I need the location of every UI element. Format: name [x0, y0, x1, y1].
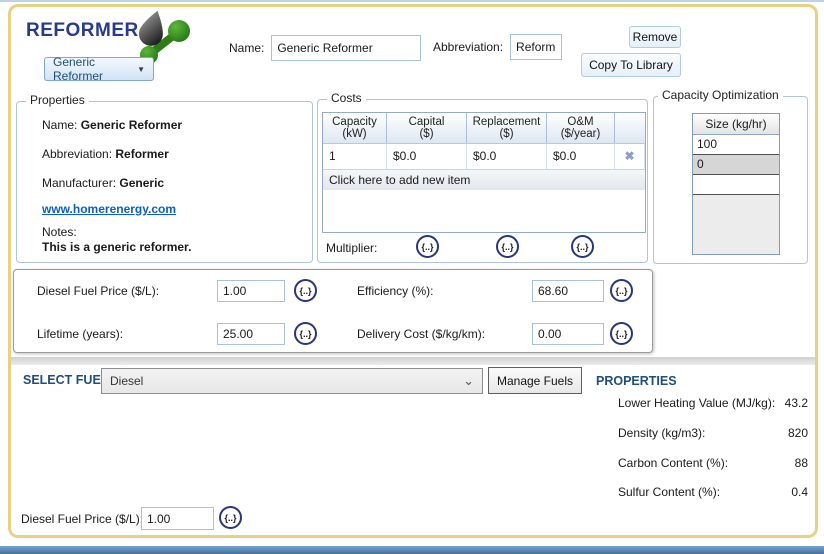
capacity-optimization-groupbox: Capacity Optimization Size (kg/hr) 100 0	[653, 88, 808, 264]
section-divider	[11, 357, 815, 365]
notes-value: This is a generic reformer.	[42, 240, 192, 254]
properties-groupbox: Properties Name: Generic Reformer Abbrev…	[16, 93, 313, 263]
multiplier-label: Multiplier:	[326, 241, 378, 255]
window-top-edge	[0, 0, 824, 2]
add-new-item-row[interactable]: Click here to add new item	[323, 169, 645, 190]
lifetime-input[interactable]	[217, 323, 285, 345]
lifetime-sensitivity-button[interactable]: {..}	[294, 322, 317, 345]
abbreviation-input[interactable]	[510, 34, 563, 60]
fuel-property-carbon: Carbon Content (%): 88	[618, 456, 808, 470]
page-title: REFORMER	[26, 20, 139, 41]
capacity-size-table: Size (kg/hr) 100 0	[692, 113, 780, 255]
costs-groupbox-title: Costs	[327, 91, 366, 105]
capital-multiplier-button[interactable]: {..}	[416, 235, 439, 258]
component-selector-value: Generic Reformer	[53, 55, 104, 83]
capacity-optimization-title: Capacity Optimization	[658, 88, 783, 102]
component-selector-dropdown[interactable]: Generic Reformer ▼	[44, 55, 154, 83]
chevron-down-icon: ▼	[137, 64, 145, 74]
om-multiplier-button[interactable]: {..}	[571, 235, 594, 258]
costs-table-row: 1 $0.0 $0.0 $0.0 ✖	[323, 143, 645, 169]
fuel-properties-title: PROPERTIES	[596, 374, 677, 388]
size-row-3[interactable]	[693, 175, 779, 195]
costs-table: Capacity (kW) Capital ($) Replacement ($) O…	[322, 112, 646, 233]
property-abbreviation: Abbreviation: Reformer	[42, 147, 169, 161]
name-input[interactable]	[271, 35, 422, 61]
notes-label: Notes:	[42, 225, 77, 239]
size-row-2[interactable]: 0	[693, 155, 779, 175]
size-row-1[interactable]: 100	[693, 135, 779, 155]
diesel-fuel-price-label: Diesel Fuel Price ($/L):	[37, 284, 160, 298]
efficiency-sensitivity-button[interactable]: {..}	[610, 279, 633, 302]
homerenergy-link[interactable]: www.homerenergy.com	[42, 202, 176, 216]
size-column-header: Size (kg/hr)	[693, 114, 779, 135]
fuel-select-dropdown[interactable]: Diesel ⌄	[101, 368, 483, 394]
efficiency-label: Efficiency (%):	[357, 284, 434, 298]
capital-cell[interactable]: $0.0	[387, 143, 467, 169]
fuel-property-sulfur: Sulfur Content (%): 0.4	[618, 485, 808, 499]
delivery-cost-sensitivity-button[interactable]: {..}	[610, 322, 633, 345]
properties-groupbox-title: Properties	[26, 93, 89, 107]
manage-fuels-button[interactable]: Manage Fuels	[488, 367, 582, 394]
fuel-property-lhv: Lower Heating Value (MJ/kg): 43.2	[618, 396, 808, 410]
abbreviation-label: Abbreviation:	[433, 40, 504, 54]
bottom-fuel-price-input[interactable]	[141, 507, 214, 530]
bottom-fuel-price-label: Diesel Fuel Price ($/L):	[21, 512, 144, 526]
copy-to-library-button[interactable]: Copy To Library	[581, 53, 681, 77]
replacement-multiplier-button[interactable]: {..}	[496, 235, 519, 258]
property-name: Name: Generic Reformer	[42, 118, 183, 132]
reformer-window: REFORMER Generic Reformer ▼ Name: Generi…	[0, 0, 824, 554]
efficiency-input[interactable]	[532, 280, 604, 302]
name-label: Name:	[229, 41, 265, 55]
costs-groupbox: Costs Capacity (kW) Capital ($) Replacemen…	[317, 91, 648, 263]
fuel-select-value: Diesel	[110, 374, 144, 388]
select-fuel-label: SELECT FUEL:	[23, 373, 113, 387]
parameters-box: Diesel Fuel Price ($/L): {..} Lifetime (…	[13, 269, 653, 353]
costs-table-empty-area	[323, 190, 645, 232]
content-panel: REFORMER Generic Reformer ▼ Name: Generi…	[8, 4, 818, 538]
costs-table-header: Capacity (kW) Capital ($) Replacement ($) O…	[323, 113, 645, 143]
chevron-down-icon: ⌄	[463, 373, 474, 388]
lifetime-label: Lifetime (years):	[37, 327, 124, 341]
remove-button[interactable]: Remove	[629, 26, 681, 48]
delivery-cost-input[interactable]	[532, 323, 604, 345]
diesel-fuel-price-sensitivity-button[interactable]: {..}	[294, 279, 317, 302]
delivery-cost-label: Delivery Cost ($/kg/km):	[357, 327, 486, 341]
capacity-cell[interactable]: 1	[323, 143, 387, 169]
diesel-fuel-price-input[interactable]	[217, 280, 285, 302]
window-bottom-bar	[0, 546, 824, 554]
fuel-property-density: Density (kg/m3): 820	[618, 426, 808, 440]
om-cell[interactable]: $0.0	[547, 143, 615, 169]
replacement-cell[interactable]: $0.0	[467, 143, 547, 169]
delete-row-icon[interactable]: ✖	[615, 143, 645, 169]
property-manufacturer: Manufacturer: Generic	[42, 176, 165, 190]
bottom-fuel-price-sensitivity-button[interactable]: {..}	[219, 506, 242, 529]
